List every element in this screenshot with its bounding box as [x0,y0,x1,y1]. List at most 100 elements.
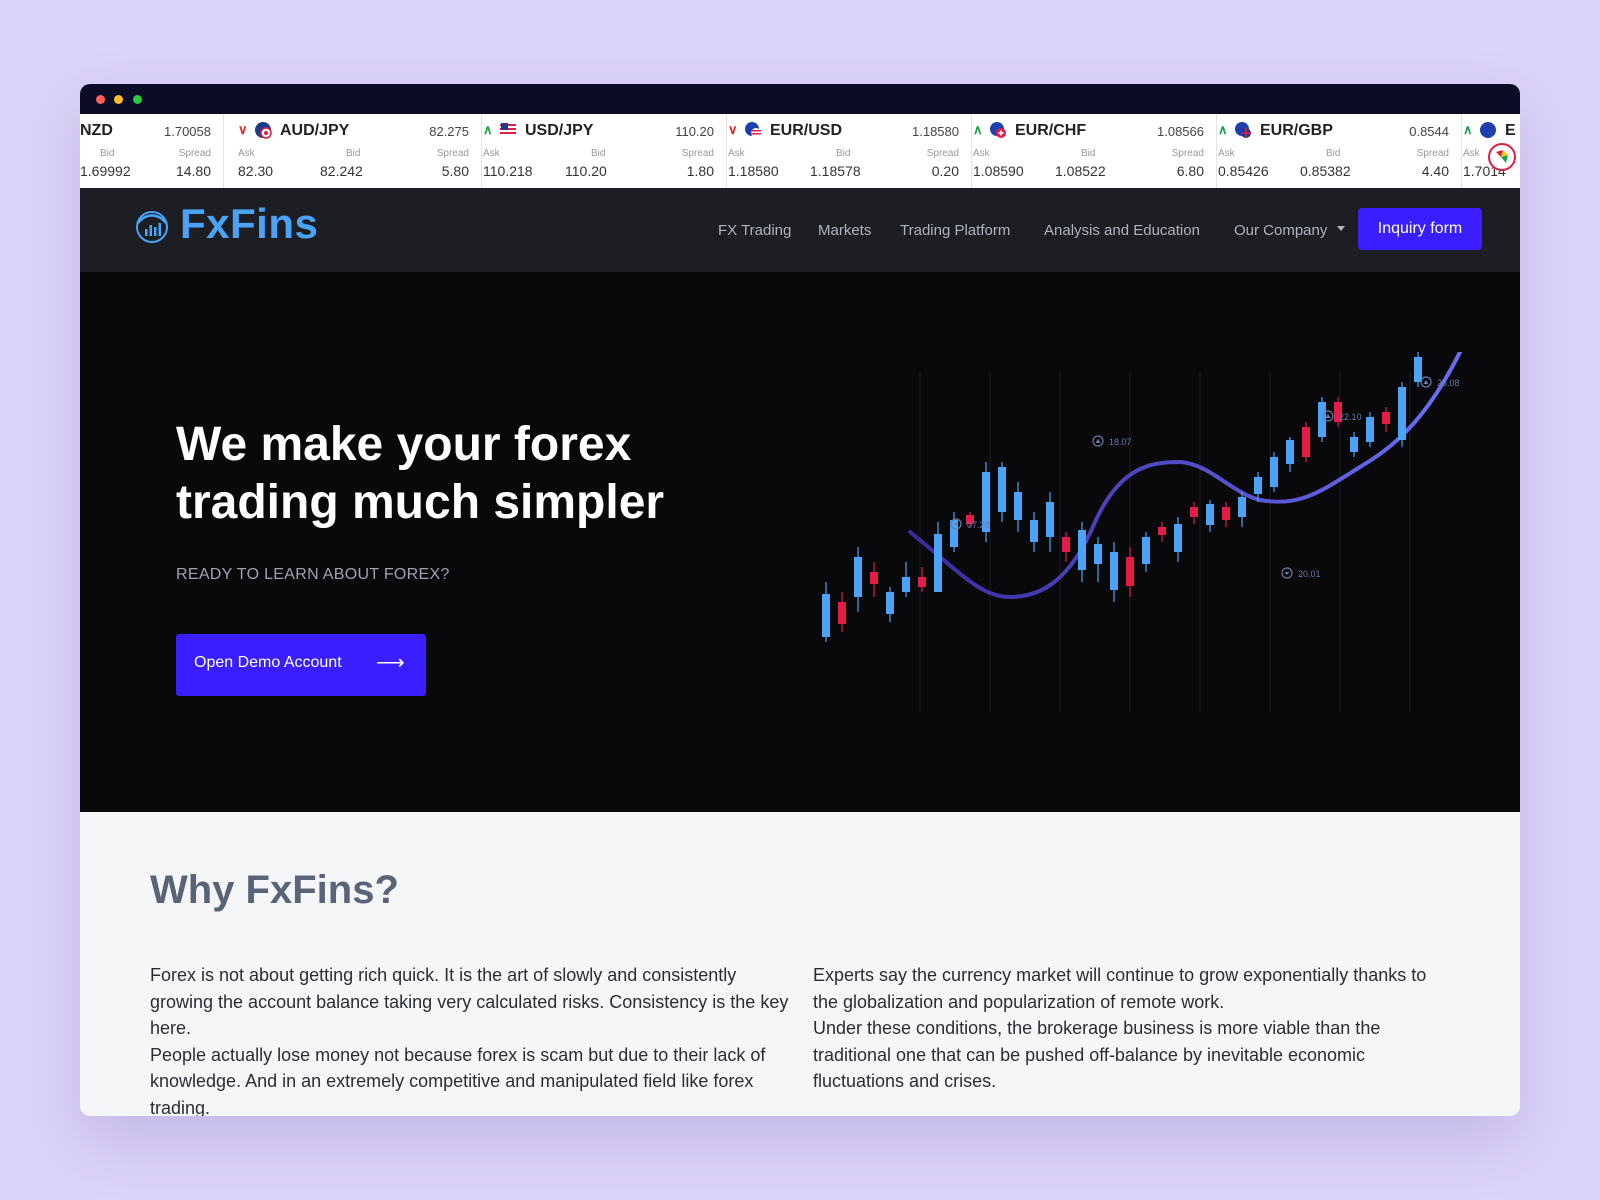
eur-usd-flag-icon [745,122,761,138]
fxfins-logo-icon[interactable] [132,205,172,245]
ask-label: Ask [238,148,255,159]
bid-label: Bid [591,148,606,159]
ask-label: Ask [973,148,990,159]
ask-label: Ask [1218,148,1235,159]
spread-value: 6.80 [1176,163,1204,179]
candle-bull [854,557,862,597]
spread-value: 5.80 [441,163,469,179]
why-left-column: Forex is not about getting rich quick. I… [150,962,790,1116]
bid-label: Bid [836,148,851,159]
ticker-item[interactable]: ∧ EUR/GBP 0.8544 Ask Bid Spread 0.85426 … [1218,114,1462,188]
spread-label: Spread [1171,148,1204,159]
chart-grid [919,372,1411,712]
brand-name[interactable]: FxFins [180,200,318,248]
ticker-pair: AUD/JPY [280,122,350,139]
tag-label: 22.10 [1339,412,1362,422]
caret-down-icon[interactable] [1337,226,1345,231]
up-arrow-icon: ∧ [973,122,983,137]
maximize-window-dot[interactable] [133,95,142,104]
spread-value: 4.40 [1421,163,1449,179]
ticker-price: 1.08566 [1157,124,1204,139]
candle-bear [918,577,926,587]
nav-analysis-education[interactable]: Analysis and Education [1044,222,1200,239]
candle-bear [1158,527,1166,535]
chart-tag-2508: 25.08 [1420,376,1460,388]
candle-bull [1046,502,1054,537]
spread-value: 14.80 [175,163,211,179]
ticker-pair: E [1505,122,1516,139]
up-arrow-icon: ∧ [1463,122,1473,137]
close-window-dot[interactable] [96,95,105,104]
ticker-pair: EUR/GBP [1260,122,1333,139]
ask-value: 110.218 [483,163,533,179]
ticker-price: 1.18580 [912,124,959,139]
browser-window: NZD 1.70058 Bid Spread 1.69992 14.80 ∨ A… [80,84,1520,1116]
ticker-item[interactable]: NZD 1.70058 Bid Spread 1.69992 14.80 [80,114,224,188]
why-left-paragraph-1: Forex is not about getting rich quick. I… [150,965,789,1038]
ask-label: Ask [728,148,745,159]
candle-bull [1174,524,1182,552]
candle-bull [1206,504,1214,525]
why-right-column: Experts say the currency market will con… [813,962,1453,1095]
usd-jpy-flag-icon [500,122,516,138]
ticker-item[interactable]: ∨ AUD/JPY 82.275 Ask Bid Spread 82.30 82… [238,114,482,188]
widget-badge-icon[interactable] [1487,142,1517,172]
tag-label: 25.08 [1437,378,1460,388]
why-left-paragraph-2: People actually lose money not because f… [150,1044,766,1117]
candle-bull [1286,440,1294,464]
ticker-pair: EUR/USD [770,122,843,139]
inquiry-form-button[interactable]: Inquiry form [1358,208,1482,250]
chart-tag-2210: 22.10 [1322,410,1362,422]
ticker-price: 0.8544 [1409,124,1449,139]
eur-gbp-flag-icon [1235,122,1251,138]
aud-jpy-flag-icon [255,122,272,139]
ticker-item[interactable]: ∧ USD/JPY 110.20 Ask Bid Spread 110.218 … [483,114,727,188]
candle-bull [1350,437,1358,452]
hero-title-line1: We make your forex [176,418,632,471]
up-arrow-icon: ∧ [1218,122,1228,137]
ticker-price: 1.70058 [164,124,211,139]
nav-markets[interactable]: Markets [818,222,871,239]
nav-trading-platform[interactable]: Trading Platform [900,222,1010,239]
spread-value: 1.80 [686,163,714,179]
eur-flag-icon [1480,122,1496,138]
why-section: Why FxFins? Forex is not about getting r… [80,812,1520,1116]
ticker-price: 82.275 [429,124,469,139]
main-navbar: FxFins FX Trading Markets Trading Platfo… [80,188,1520,272]
hero-subtitle: READY TO LEARN ABOUT FOREX? [176,566,450,583]
ask-value: 1.08590 [973,163,1024,179]
open-demo-account-button[interactable]: Open Demo Account ⟶ [176,634,426,696]
candle-bear [1062,537,1070,552]
ticker-item[interactable]: ∧ EUR/CHF 1.08566 Ask Bid Spread 1.08590… [973,114,1217,188]
candle-bear [1302,427,1310,457]
candle-bull [1142,537,1150,564]
ask-value: 1.18580 [728,163,779,179]
ticker-pair: NZD [80,122,113,139]
spread-label: Spread [178,148,211,159]
bid-label: Bid [346,148,361,159]
candle-bear [838,602,846,624]
arrow-right-icon: ⟶ [376,652,405,674]
minimize-window-dot[interactable] [114,95,123,104]
candle-bull [998,467,1006,512]
ticker-item[interactable]: ∨ EUR/USD 1.18580 Ask Bid Spread 1.18580… [728,114,972,188]
nav-our-company[interactable]: Our Company [1234,222,1327,239]
candle-bull [1398,387,1406,440]
candle-bull [1014,492,1022,520]
ticker-item[interactable]: ∧ E Ask 1.7014 [1463,114,1520,188]
candle-bull [1094,544,1102,564]
currency-ticker: NZD 1.70058 Bid Spread 1.69992 14.80 ∨ A… [80,114,1520,188]
ask-value: 0.85426 [1218,163,1269,179]
spread-label: Spread [1416,148,1449,159]
spread-label: Spread [436,148,469,159]
candles-group [822,352,1422,642]
why-right-paragraph-2: Under these conditions, the brokerage bu… [813,1018,1381,1091]
nav-fx-trading[interactable]: FX Trading [718,222,791,239]
candle-bear [1382,412,1390,424]
ticker-pair: EUR/CHF [1015,122,1087,139]
bid-value: 110.20 [565,163,607,179]
bid-label: Bid [1081,148,1096,159]
ask-label: Ask [483,148,500,159]
cta-label: Open Demo Account [194,654,342,671]
tag-label: 18.07 [1109,437,1132,447]
